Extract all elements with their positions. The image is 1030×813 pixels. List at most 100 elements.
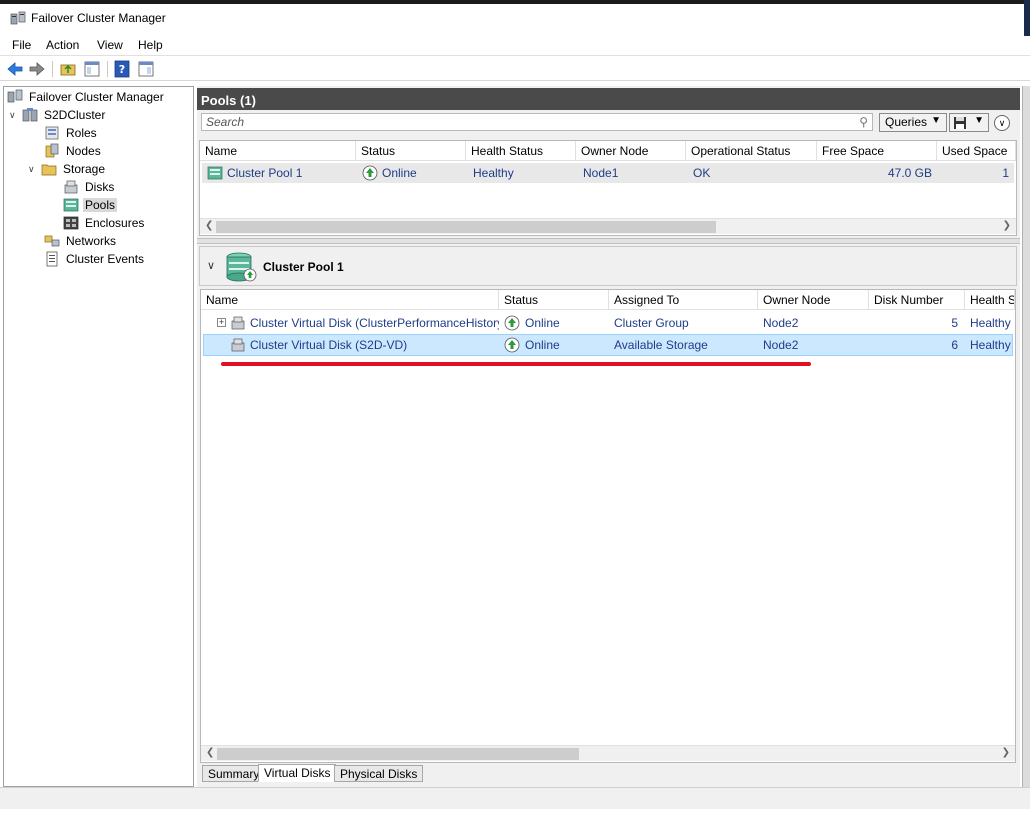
chevron-down-icon[interactable]: ∨ (9, 110, 19, 121)
show-action-pane-icon[interactable] (137, 60, 155, 78)
results-pane: Pools (1) Search ⚲ Queries ▼ ▼ ∨ Name St… (197, 86, 1020, 787)
tab-physical-disks[interactable]: Physical Disks (334, 765, 424, 782)
disk-icon (64, 180, 78, 194)
vdisk-status: Online (525, 338, 560, 352)
queries-button[interactable]: Queries ▼ (879, 113, 947, 132)
menu-action[interactable]: Action (46, 38, 79, 52)
table-row[interactable]: + Cluster Virtual Disk (ClusterPerforman… (203, 312, 1013, 334)
console-tree: Failover Cluster Manager ∨ S2DCluster Ro… (3, 86, 194, 787)
cluster-icon (22, 108, 38, 122)
scroll-right-icon[interactable]: ❯ (1002, 747, 1010, 758)
status-bar (0, 787, 1030, 809)
search-icon[interactable]: ⚲ (859, 115, 868, 129)
tree-item-root[interactable]: Failover Cluster Manager (7, 88, 166, 106)
pool-free-space: 47.0 GB (887, 166, 932, 180)
tree-item-storage[interactable]: ∨ Storage (28, 160, 107, 178)
tree-item-pools[interactable]: Pools (63, 196, 118, 214)
tree-item-cluster[interactable]: ∨ S2DCluster (9, 106, 107, 124)
column-header-owner-node[interactable]: Owner Node (758, 290, 869, 310)
column-header-assigned-to[interactable]: Assigned To (609, 290, 758, 310)
scroll-right-icon[interactable]: ❯ (1003, 220, 1011, 231)
chevron-down-icon: ▼ (974, 115, 984, 126)
nodes-icon (45, 143, 59, 158)
tab-summary[interactable]: Summary (202, 765, 266, 782)
pool-health: Healthy (473, 166, 514, 180)
column-header-operational-status[interactable]: Operational Status (686, 141, 817, 161)
online-status-icon (504, 315, 520, 331)
forward-arrow-icon[interactable] (28, 60, 46, 78)
scrollbar-thumb[interactable] (217, 748, 579, 760)
table-row[interactable]: Cluster Pool 1 Online Healthy Node1 OK 4… (202, 163, 1014, 183)
virtual-disk-icon (231, 316, 245, 330)
menu-help[interactable]: Help (138, 38, 163, 52)
tree-item-networks[interactable]: Networks (44, 232, 118, 250)
online-status-icon (362, 165, 378, 181)
horizontal-scrollbar[interactable]: ❮ ❯ (201, 745, 1015, 761)
vdisk-assigned: Cluster Group (614, 316, 689, 330)
vdisk-assigned: Available Storage (614, 338, 708, 352)
back-arrow-icon[interactable] (6, 60, 24, 78)
tree-item-nodes[interactable]: Nodes (44, 142, 103, 160)
column-header-health-status[interactable]: Health Status (466, 141, 576, 161)
column-header-used-space[interactable]: Used Space (937, 141, 1016, 161)
column-header-status[interactable]: Status (499, 290, 609, 310)
scrollbar-thumb[interactable] (216, 221, 716, 233)
tree-item-disks[interactable]: Disks (63, 178, 116, 196)
pools-header: Pools (1) (197, 88, 1020, 110)
chevron-down-icon: ▼ (931, 115, 941, 126)
show-hide-console-tree-icon[interactable] (83, 60, 101, 78)
pool-operational: OK (693, 166, 711, 180)
menu-view[interactable]: View (97, 38, 123, 52)
network-icon (44, 235, 60, 247)
pools-grid: Name Status Health Status Owner Node Ope… (199, 140, 1017, 236)
help-icon[interactable]: ? (113, 60, 131, 78)
column-header-health-status[interactable]: Health St (965, 290, 1015, 310)
menu-file[interactable]: File (12, 38, 31, 52)
column-header-status[interactable]: Status (356, 141, 466, 161)
window-title: Failover Cluster Manager (31, 11, 166, 25)
vdisk-name: Cluster Virtual Disk (S2D-VD) (250, 338, 408, 352)
chevron-down-icon[interactable]: ∨ (207, 259, 215, 272)
search-input[interactable]: Search ⚲ (201, 113, 873, 131)
title-bar: Failover Cluster Manager (0, 0, 1030, 40)
save-icon (954, 117, 966, 129)
vdisk-owner: Node2 (763, 316, 799, 330)
chevron-down-icon[interactable]: ∨ (28, 164, 38, 175)
pool-status: Online (382, 166, 417, 180)
detail-title: Cluster Pool 1 (263, 260, 344, 274)
vdisk-status: Online (525, 316, 560, 330)
collapse-expand-icon[interactable]: ∨ (994, 115, 1010, 131)
roles-icon (45, 126, 59, 140)
expand-plus-icon[interactable]: + (217, 318, 226, 327)
detail-tabs: Summary Virtual Disks Physical Disks (200, 764, 1016, 784)
virtual-disk-icon (231, 338, 245, 352)
vdisk-health: Healthy (970, 316, 1011, 330)
scroll-left-icon[interactable]: ❮ (206, 747, 214, 758)
tree-item-roles[interactable]: Roles (44, 124, 99, 142)
save-query-button[interactable]: ▼ (949, 113, 989, 132)
actions-pane-edge[interactable] (1022, 86, 1030, 787)
pool-owner: Node1 (583, 166, 619, 180)
menu-bar: File Action View Help (0, 36, 1030, 56)
column-header-owner-node[interactable]: Owner Node (576, 141, 686, 161)
column-header-disk-number[interactable]: Disk Number (869, 290, 965, 310)
tree-item-cluster-events[interactable]: Cluster Events (44, 250, 146, 268)
pool-icon (207, 166, 223, 180)
column-header-name[interactable]: Name (200, 141, 356, 161)
table-row-selected[interactable]: Cluster Virtual Disk (S2D-VD) Online Ava… (203, 334, 1013, 356)
enclosure-icon (63, 216, 79, 230)
tree-item-enclosures[interactable]: Enclosures (63, 214, 146, 232)
search-row: Search ⚲ Queries ▼ ▼ ∨ (197, 110, 1020, 136)
storage-folder-icon (41, 164, 57, 176)
up-folder-icon[interactable] (59, 60, 77, 78)
pane-splitter[interactable] (197, 238, 1020, 244)
storage-pool-large-icon (226, 252, 257, 282)
column-header-name[interactable]: Name (201, 290, 499, 310)
horizontal-scrollbar[interactable]: ❮ ❯ (200, 218, 1016, 234)
scroll-left-icon[interactable]: ❮ (205, 220, 213, 231)
svg-text:?: ? (119, 63, 125, 76)
tab-virtual-disks[interactable]: Virtual Disks (258, 764, 337, 782)
column-header-free-space[interactable]: Free Space (817, 141, 937, 161)
pool-icon (63, 198, 79, 212)
annotation-underline (221, 362, 811, 366)
